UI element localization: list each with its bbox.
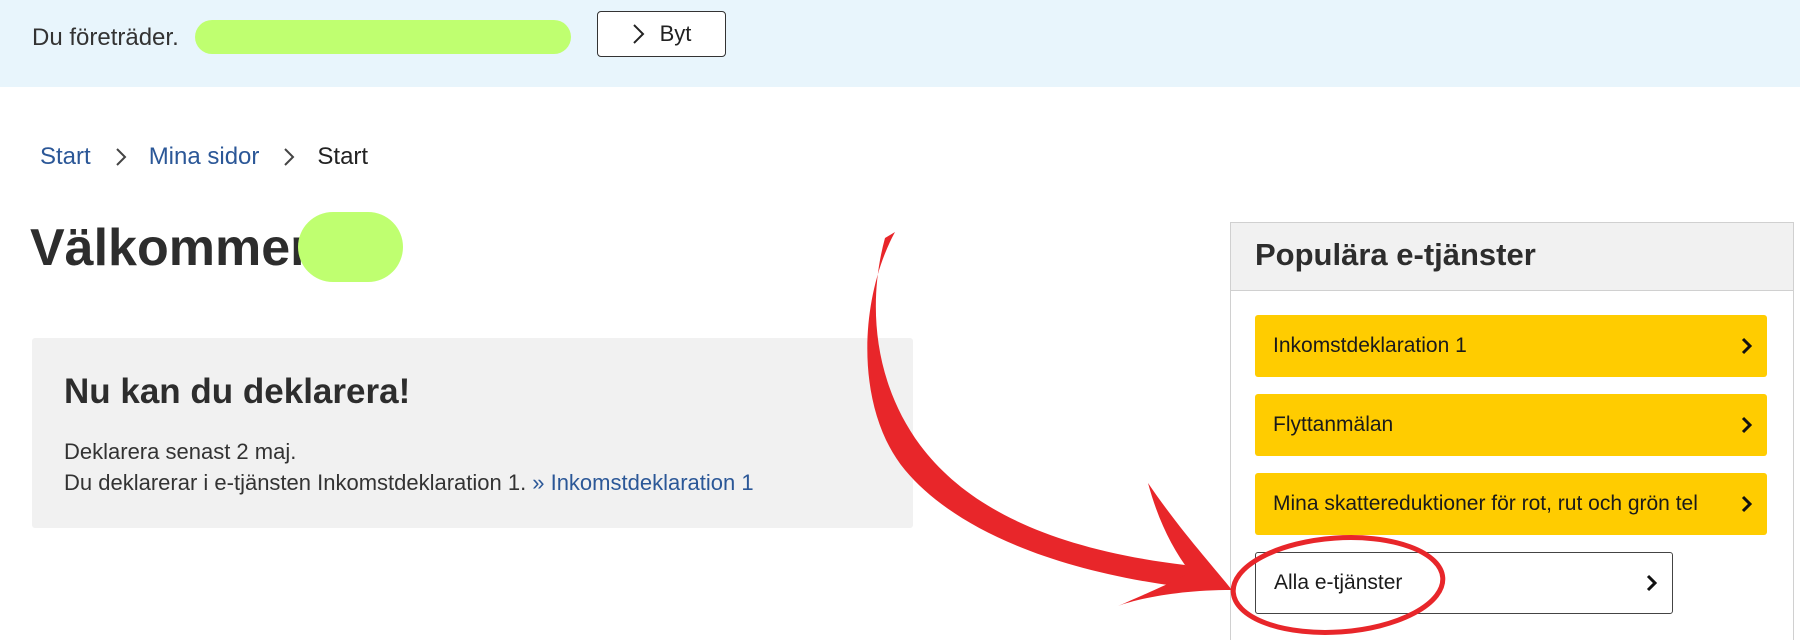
service-button-label: Flyttanmälan [1273,413,1394,436]
service-button-label: Inkomstdeklaration 1 [1273,334,1467,357]
representative-bar: Du företräder. Byt [0,0,1800,87]
redaction-mark [195,20,571,54]
chevron-right-icon [283,147,295,167]
notice-service-text: Du deklarerar i e-tjänsten Inkomstdeklar… [64,470,527,495]
annotation-arrowhead [1118,483,1232,606]
redaction-mark [298,212,403,282]
switch-button[interactable]: Byt [597,11,726,57]
page-title: Välkommen [30,219,322,277]
notice-heading: Nu kan du deklarera! [64,372,411,411]
all-services-button[interactable]: Alla e-tjänster [1255,552,1673,614]
service-button-inkomstdeklaration[interactable]: Inkomstdeklaration 1 [1255,315,1767,377]
chevron-right-icon [115,147,127,167]
inkomstdeklaration-link[interactable]: » Inkomstdeklaration 1 [532,470,753,495]
representative-text: Du företräder. [32,24,179,51]
popular-services-panel: Populära e-tjänster Inkomstdeklaration 1… [1230,222,1794,640]
chevron-right-icon [1741,416,1753,434]
breadcrumb-current: Start [317,143,369,170]
declaration-notice: Nu kan du deklarera! Deklarera senast 2 … [32,338,913,528]
chevron-right-icon [632,24,645,44]
breadcrumb-mina-sidor-link[interactable]: Mina sidor [149,143,260,171]
chevron-right-icon [1741,337,1753,355]
all-services-label: Alla e-tjänster [1274,571,1403,594]
service-button-label: Mina skattereduktioner för rot, rut och … [1273,492,1698,515]
breadcrumb-start-link[interactable]: Start [40,143,91,171]
notice-service-line: Du deklarerar i e-tjänsten Inkomstdeklar… [64,467,881,498]
switch-button-label: Byt [659,21,692,46]
annotation-arrow-shaft [867,232,1208,590]
breadcrumb: Start Mina sidor Start [40,143,368,171]
chevron-right-icon [1646,574,1658,592]
page: Du företräder. Byt Start Mina sidor Star… [0,0,1800,640]
chevron-right-icon [1741,495,1753,513]
service-button-skattereduktioner[interactable]: Mina skattereduktioner för rot, rut och … [1255,473,1767,535]
service-button-flyttanmalan[interactable]: Flyttanmälan [1255,394,1767,456]
notice-deadline: Deklarera senast 2 maj. [64,439,297,464]
popular-services-heading: Populära e-tjänster [1231,223,1793,291]
